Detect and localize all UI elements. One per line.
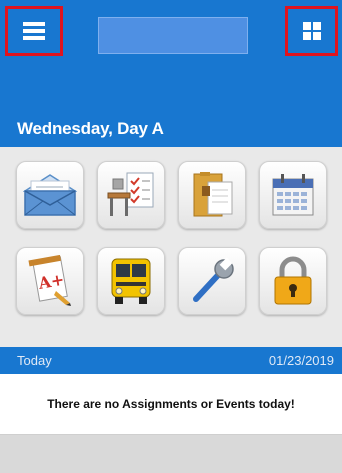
school-title-box	[98, 17, 248, 54]
grid-apps-icon	[302, 22, 321, 40]
wrench-icon	[193, 257, 234, 302]
day-label: Wednesday, Day A	[17, 119, 164, 138]
classroom-desk-icon	[107, 172, 154, 216]
hamburger-menu-icon	[23, 22, 45, 40]
tools-tile[interactable]	[178, 247, 246, 315]
envelope-icon	[23, 174, 77, 216]
today-label: Today	[17, 353, 52, 368]
footer-bar	[0, 434, 342, 473]
folder-tile[interactable]	[178, 161, 246, 229]
app-tile-grid: A+	[0, 147, 342, 347]
bus-tile[interactable]	[97, 247, 165, 315]
today-bar: Today 01/23/2019	[0, 347, 342, 374]
mail-tile[interactable]	[16, 161, 84, 229]
app-header: Wednesday, Day A	[0, 0, 342, 147]
folder-documents-icon	[193, 172, 233, 217]
today-date: 01/23/2019	[268, 353, 334, 368]
school-bus-icon	[111, 258, 151, 304]
lock-tile[interactable]	[259, 247, 327, 315]
padlock-icon	[274, 256, 312, 305]
empty-events-message: There are no Assignments or Events today…	[0, 374, 342, 434]
classroom-tile[interactable]	[97, 161, 165, 229]
empty-events-text: There are no Assignments or Events today…	[47, 397, 295, 411]
report-card-icon: A+	[28, 255, 71, 306]
menu-button[interactable]	[5, 6, 63, 56]
calendar-icon	[272, 174, 314, 216]
calendar-tile[interactable]	[259, 161, 327, 229]
grades-tile[interactable]: A+	[16, 247, 84, 315]
apps-grid-button[interactable]	[285, 6, 338, 56]
